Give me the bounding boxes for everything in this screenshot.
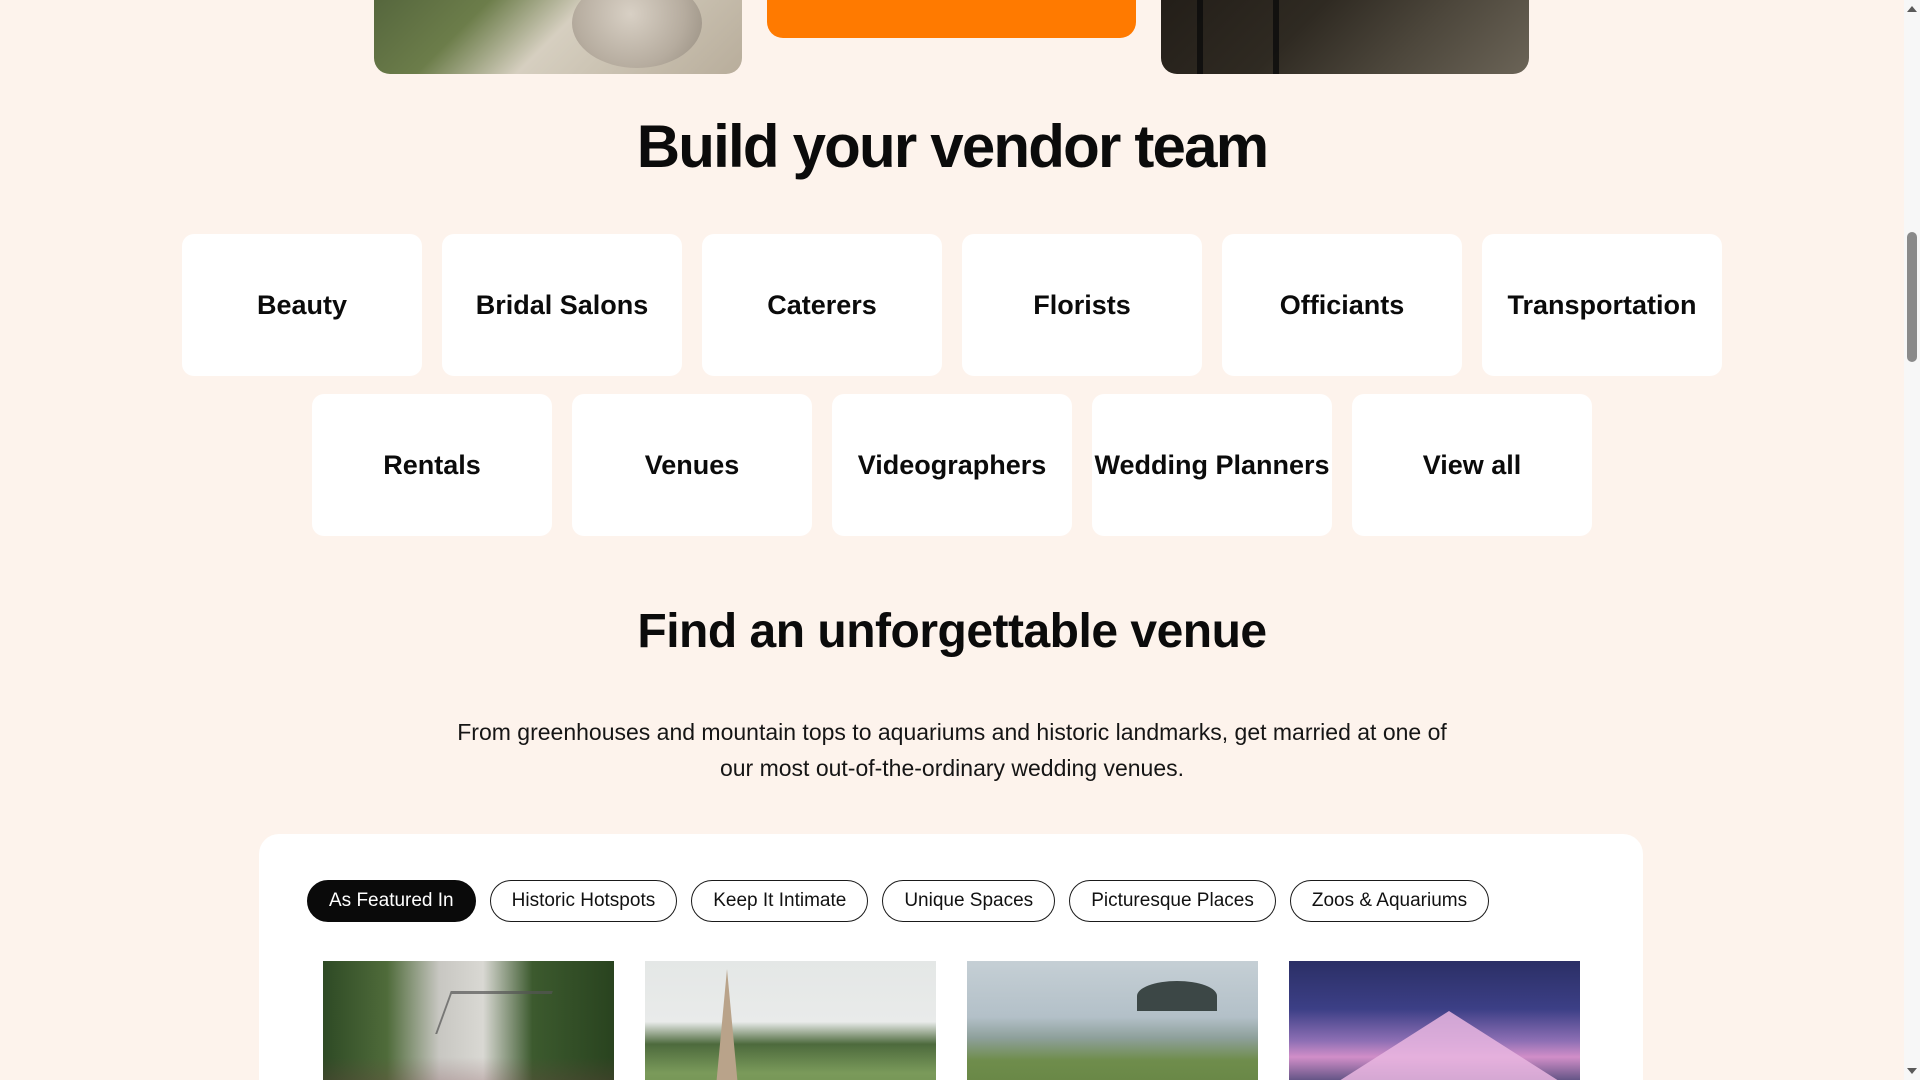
- filter-chip-zoos-aquariums[interactable]: Zoos & Aquariums: [1289, 880, 1490, 922]
- vendor-card-venues[interactable]: Venues: [572, 394, 812, 536]
- vendor-card-videographers[interactable]: Videographers: [832, 394, 1072, 536]
- vendor-card-caterers[interactable]: Caterers: [702, 234, 942, 376]
- vendor-row-2: Rentals Venues Videographers Wedding Pla…: [312, 394, 1592, 536]
- filter-chip-as-featured-in[interactable]: As Featured In: [307, 880, 476, 922]
- sail-illustration: [713, 969, 741, 1080]
- venue-image-lawn-sailboat[interactable]: [645, 961, 936, 1080]
- venue-image-ivy-garden[interactable]: [323, 961, 614, 1080]
- vendor-card-view-all[interactable]: View all: [1352, 394, 1592, 536]
- venue-showcase-panel: As Featured In Historic Hotspots Keep It…: [259, 834, 1643, 1080]
- vendor-section-title: Build your vendor team: [636, 113, 1269, 180]
- scrollbar-thumb[interactable]: [1907, 232, 1917, 362]
- vendor-card-bridal-salons[interactable]: Bridal Salons: [442, 234, 682, 376]
- promo-image-left[interactable]: [374, 0, 743, 74]
- venue-section-title: Find an unforgettable venue: [637, 605, 1267, 658]
- vendor-card-florists[interactable]: Florists: [962, 234, 1202, 376]
- venue-image-row: [323, 961, 1580, 1080]
- promo-image-right[interactable]: [1160, 0, 1529, 74]
- filter-chip-unique-spaces[interactable]: Unique Spaces: [882, 880, 1056, 922]
- promo-cta-button[interactable]: [767, 0, 1136, 38]
- venue-image-mountain-lodge[interactable]: [1289, 961, 1580, 1080]
- vendor-category-grid: Beauty Bridal Salons Caterers Florists O…: [0, 234, 1904, 536]
- venue-filter-tabs: As Featured In Historic Hotspots Keep It…: [307, 880, 1490, 922]
- triangle-down-icon[interactable]: [1907, 1068, 1917, 1074]
- pouf-illustration: [572, 0, 703, 68]
- vendor-card-wedding-planners[interactable]: Wedding Planners: [1092, 394, 1332, 536]
- vendor-card-transportation[interactable]: Transportation: [1482, 234, 1722, 376]
- page-scrollbar[interactable]: [1904, 0, 1920, 1080]
- venue-section-description: From greenhouses and mountain tops to aq…: [457, 719, 1447, 781]
- top-promo-strip: [374, 0, 1529, 74]
- filter-chip-picturesque-places[interactable]: Picturesque Places: [1069, 880, 1276, 922]
- island-illustration: [1137, 981, 1217, 1011]
- triangle-up-icon[interactable]: [1907, 6, 1917, 12]
- bridge-illustration: [435, 991, 553, 1034]
- mountain-illustration: [1339, 1011, 1559, 1080]
- vendor-card-beauty[interactable]: Beauty: [182, 234, 422, 376]
- vendor-card-rentals[interactable]: Rentals: [312, 394, 552, 536]
- page-content: Build your vendor team Beauty Bridal Sal…: [0, 0, 1904, 1080]
- chair-illustration: [1196, 0, 1279, 74]
- vendor-row-1: Beauty Bridal Salons Caterers Florists O…: [182, 234, 1722, 376]
- venue-image-ocean-island[interactable]: [967, 961, 1258, 1080]
- vendor-card-officiants[interactable]: Officiants: [1222, 234, 1462, 376]
- filter-chip-historic-hotspots[interactable]: Historic Hotspots: [489, 880, 678, 922]
- filter-chip-keep-it-intimate[interactable]: Keep It Intimate: [691, 880, 869, 922]
